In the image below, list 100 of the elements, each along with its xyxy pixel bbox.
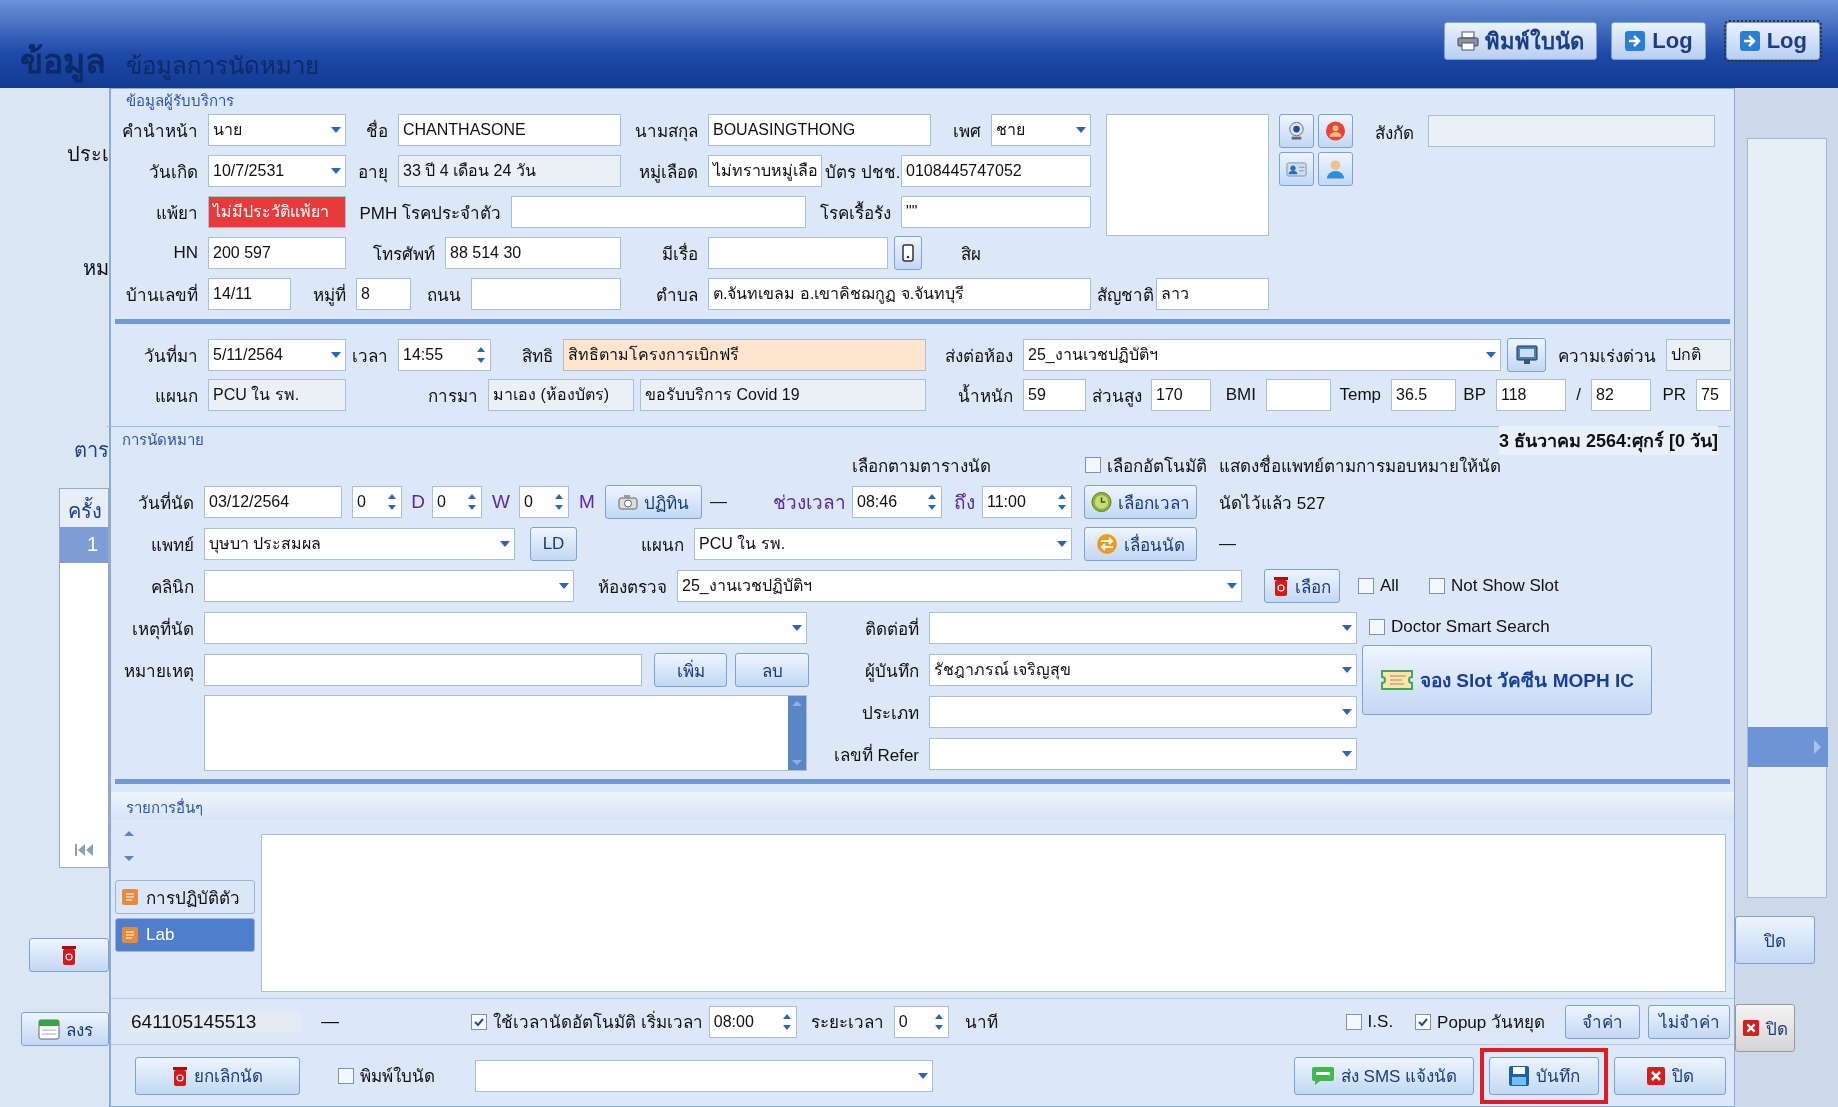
checkbox[interactable] [1358,578,1374,594]
checkbox[interactable] [1429,578,1445,594]
caret-icon [559,583,569,589]
button[interactable]: จำค่า [1565,1004,1640,1039]
button[interactable]: เพิ่ม [654,653,727,687]
text-area[interactable] [204,695,807,771]
tab[interactable]: ข้อมูลผู้รับบริการ [111,89,1734,109]
text-field[interactable]: 170 [1151,379,1211,411]
checkbox[interactable] [1345,1013,1362,1030]
button[interactable]: ส่ง SMS แจ้งนัด [1294,1056,1474,1095]
tab[interactable]: ตาร [74,434,109,466]
dropdown[interactable] [929,738,1357,770]
button[interactable]: บันทึก [1489,1056,1599,1095]
text-field[interactable]: BOUASINGTHONG [708,114,931,146]
first-page-icon[interactable] [74,843,96,857]
dropdown[interactable]: 10/7/2531 [208,155,346,187]
text-field[interactable]: 36.5 [1391,379,1456,411]
text-field[interactable]: CHANTHASONE [398,114,621,146]
button[interactable]: ยกเลิกนัด [135,1056,300,1095]
toolbar-button[interactable]: พิมพ์ใบนัด [1444,22,1598,60]
dropdown[interactable] [204,612,807,644]
toolbar-button[interactable]: Log [1725,22,1820,60]
scroll-arrows-icon[interactable] [123,828,135,864]
text-field[interactable]: ไม่ทราบหมู่เลือ [708,155,822,187]
allergy-field[interactable]: ไม่มีประวัติแพ้ยา [208,196,346,228]
dropdown[interactable]: PCU ใน รพ. [694,528,1072,560]
icon-button[interactable] [1507,338,1546,372]
field-label: PMH โรคประจำตัว [358,202,502,225]
button[interactable]: ไม่จำค่า [1648,1004,1730,1039]
text-field[interactable] [471,278,621,310]
menu-item[interactable]: การปฏิบัติตัว [115,880,255,914]
spin-box[interactable]: 08:46 [852,486,942,518]
spin-box[interactable]: 14:55 [398,339,491,371]
menu-item[interactable]: Lab [115,918,255,952]
scrollbar[interactable] [788,696,806,770]
dropdown[interactable]: 25_งานเวชปฏิบัติฯ [677,570,1242,602]
text-field[interactable]: 0108445747052 [901,155,1091,187]
button[interactable]: ปิด [1735,916,1815,964]
readonly-field: ปกติ [1666,339,1731,371]
text-field[interactable]: 82 [1591,379,1651,411]
button[interactable]: ปฏิทิน [605,485,702,519]
text-field[interactable]: 200 597 [208,237,346,269]
spin-box[interactable]: 0 [352,486,402,518]
dropdown[interactable] [204,570,574,602]
button[interactable]: ลบ [735,653,809,687]
dropdown[interactable]: 5/11/2564 [208,339,346,371]
trash-button[interactable] [29,938,109,972]
checkbox[interactable] [338,1067,354,1084]
button[interactable]: ปิด [1735,1004,1795,1052]
spin-box[interactable]: 0 [519,486,569,518]
button[interactable]: LD [530,527,577,561]
field-label: หมู่ที่ [312,282,347,308]
text-field[interactable]: "" [901,196,1091,228]
readonly-field: ขอรับบริการ Covid 19 [640,379,926,411]
text-field[interactable]: 14/11 [208,278,291,310]
checkbox[interactable] [1369,619,1385,635]
dropdown[interactable]: ชาย [991,114,1091,146]
text-field[interactable]: 75 [1696,379,1731,411]
toolbar-button[interactable]: Log [1611,22,1706,60]
text-field[interactable] [511,196,806,228]
rights-field[interactable]: สิทธิตามโครงการเบิกฟรี [563,339,926,371]
checkbox[interactable] [1415,1013,1432,1030]
calendar-icon [37,1018,60,1040]
spin-box[interactable]: 0 [432,486,482,518]
dropdown[interactable]: รัชฎาภรณ์ เจริญสุข [929,654,1357,686]
text-field[interactable]: ต.จันทเขลม อ.เขาคิชฌกูฏ จ.จันทบุรี [708,278,1091,310]
dropdown[interactable]: 25_งานเวชปฏิบัติฯ [1023,339,1501,371]
dropdown[interactable]: นาย [208,114,346,146]
spin-box[interactable]: 08:00 [708,1005,797,1038]
dropdown[interactable] [929,612,1357,644]
text-field[interactable] [708,237,888,269]
icon-button[interactable] [1279,114,1314,148]
button[interactable]: เลื่อนนัด [1084,527,1197,561]
dropdown[interactable]: บุษบา ประสมผล [204,528,515,560]
text-field[interactable] [204,654,642,686]
text-field[interactable]: 8 [356,278,411,310]
dropdown[interactable] [475,1059,933,1092]
icon-button[interactable] [1318,152,1353,186]
text-field[interactable]: 59 [1023,379,1086,411]
spin-box[interactable]: 11:00 [982,486,1072,518]
unit-label: นาที [964,1012,998,1034]
text-field[interactable]: 03/12/2564 [204,486,342,518]
icon-button[interactable] [1318,114,1353,148]
checkbox-label: All [1380,576,1399,596]
text-field[interactable] [1266,379,1331,411]
icon-button[interactable] [1279,152,1314,186]
button[interactable]: เลือกเวลา [1084,485,1197,519]
text-field[interactable]: 118 [1496,379,1566,411]
text-field[interactable]: ลาว [1156,278,1269,310]
text-field[interactable]: 88 514 30 [445,237,621,269]
checkbox[interactable] [1085,457,1101,473]
button[interactable]: ปิด [1614,1056,1726,1095]
dropdown[interactable] [929,696,1357,728]
field-label: ประเ [67,142,109,167]
checkbox[interactable] [471,1013,487,1030]
icon-button[interactable] [894,236,922,270]
button[interactable]: ลงร [21,1012,109,1046]
spin-box[interactable]: 0 [893,1005,949,1038]
booking-button[interactable]: จอง Slot วัคซีน MOPH IC [1362,645,1652,715]
button[interactable]: เลือก [1264,569,1340,603]
